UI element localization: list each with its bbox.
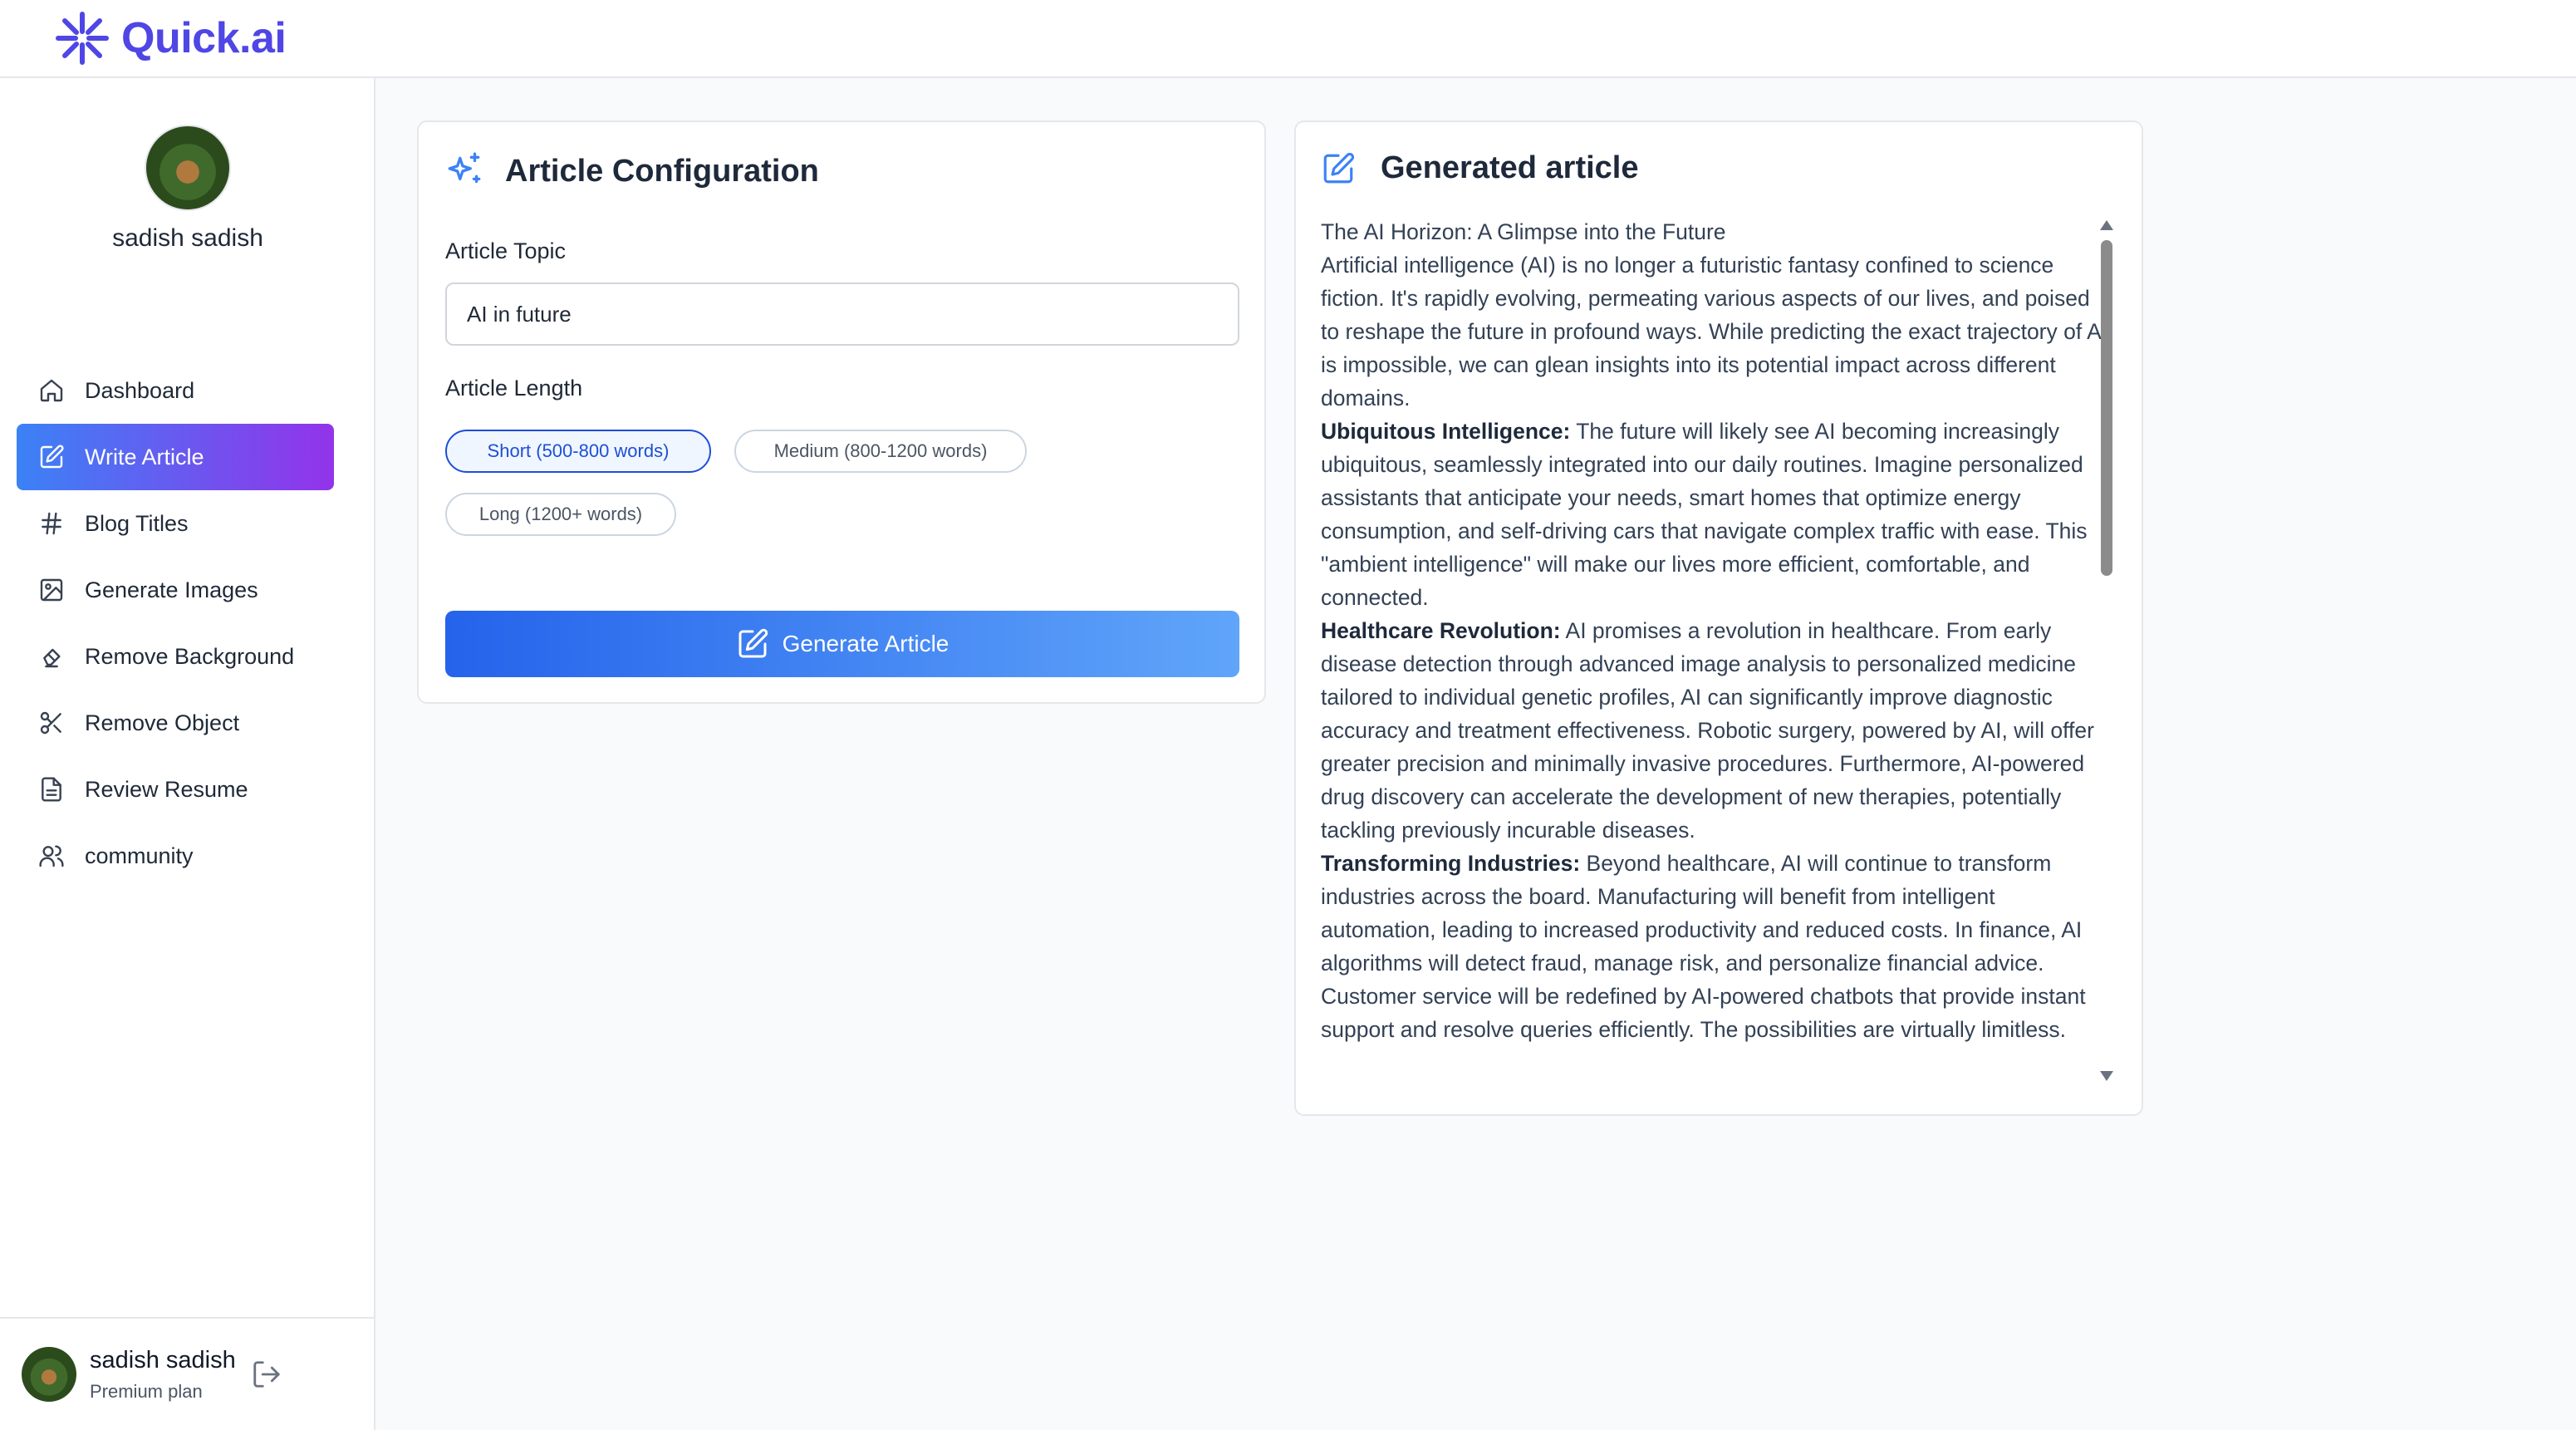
sidebar-item-remove-object[interactable]: Remove Object: [17, 690, 334, 756]
article-section: Transforming Industries: Beyond healthca…: [1321, 847, 2110, 1046]
card-header: Article Configuration: [444, 150, 819, 192]
article-section: Ubiquitous Intelligence: The future will…: [1321, 415, 2110, 614]
user-info: sadish sadish Premium plan: [90, 1347, 236, 1403]
sidebar-footer: sadish sadish Premium plan: [0, 1317, 375, 1430]
sidebar-item-remove-background[interactable]: Remove Background: [17, 623, 334, 690]
sidebar-item-review-resume[interactable]: Review Resume: [17, 756, 334, 823]
image-icon: [40, 578, 63, 602]
card-header: Generated article: [1321, 150, 1638, 186]
sidebar-item-label: Dashboard: [85, 377, 195, 403]
avatar[interactable]: [22, 1347, 76, 1402]
article-configuration-card: Article Configuration Article Topic Arti…: [417, 120, 1266, 704]
scroll-up-arrow-icon[interactable]: [2100, 220, 2113, 230]
user-name: sadish sadish: [90, 1346, 236, 1373]
hash-icon: [42, 512, 61, 535]
scrollbar-thumb[interactable]: [2101, 240, 2112, 576]
topic-input[interactable]: [445, 283, 1239, 346]
generate-article-label: Generate Article: [782, 631, 949, 656]
profile-name: sadish sadish: [112, 224, 263, 252]
edit-icon: [40, 445, 64, 469]
article-intro: Artificial intelligence (AI) is no longe…: [1321, 253, 2108, 410]
eraser-icon: [43, 648, 61, 668]
edit-icon: [1323, 152, 1355, 183]
length-option-short[interactable]: Short (500-800 words): [445, 430, 711, 473]
article-heading: The AI Horizon: A Glimpse into the Futur…: [1321, 219, 1726, 244]
sidebar-item-label: Remove Background: [85, 643, 295, 669]
article-content[interactable]: The AI Horizon: A Glimpse into the Futur…: [1321, 215, 2110, 1088]
section-text: The future will likely see AI becoming i…: [1321, 419, 2088, 610]
card-title: Generated article: [1381, 150, 1639, 185]
generated-article-card: Generated article The AI Horizon: A Glim…: [1294, 120, 2143, 1116]
length-label: Article Length: [445, 376, 583, 400]
logout-icon[interactable]: [251, 1359, 282, 1390]
top-bar: Quick.ai: [0, 0, 2576, 78]
sparkles-icon: [448, 152, 481, 184]
sidebar-item-label: Generate Images: [85, 577, 258, 602]
sidebar-item-label: Write Article: [85, 444, 204, 469]
sidebar-item-label: community: [85, 843, 194, 868]
scroll-down-arrow-icon[interactable]: [2100, 1071, 2113, 1081]
section-heading: Transforming Industries:: [1321, 851, 1581, 876]
sidebar-profile: sadish sadish: [0, 125, 375, 253]
home-icon: [40, 379, 63, 402]
sidebar-item-label: Blog Titles: [85, 510, 189, 536]
article-scrollbar[interactable]: [2100, 220, 2113, 1081]
sidebar-nav: Dashboard Write Article Blog Titles Gene…: [17, 357, 334, 889]
edit-icon: [738, 628, 768, 658]
user-plan: Premium plan: [90, 1380, 203, 1402]
length-option-medium[interactable]: Medium (800-1200 words): [734, 430, 1027, 473]
article-section: Healthcare Revolution: AI promises a rev…: [1321, 614, 2110, 847]
brand-logo[interactable]: Quick.ai: [53, 9, 287, 67]
sidebar-item-write-article[interactable]: Write Article: [17, 424, 334, 490]
sidebar-item-generate-images[interactable]: Generate Images: [17, 557, 334, 623]
length-option-long[interactable]: Long (1200+ words): [445, 493, 676, 536]
sparkle-logo-icon: [56, 12, 109, 65]
card-title: Article Configuration: [505, 153, 819, 189]
sidebar-item-dashboard[interactable]: Dashboard: [17, 357, 334, 424]
section-text: AI promises a revolution in healthcare. …: [1321, 618, 2094, 843]
brand-name: Quick.ai: [121, 14, 287, 62]
file-text-icon: [42, 777, 61, 802]
section-heading: Ubiquitous Intelligence:: [1321, 419, 1571, 444]
generate-article-button[interactable]: Generate Article: [445, 611, 1239, 677]
sidebar: sadish sadish Dashboard Write Article Bl…: [0, 78, 375, 1430]
sidebar-item-label: Review Resume: [85, 776, 248, 802]
scissors-icon: [40, 711, 61, 735]
users-icon: [39, 845, 64, 867]
topic-label: Article Topic: [445, 238, 567, 263]
avatar[interactable]: [145, 125, 231, 211]
sidebar-item-blog-titles[interactable]: Blog Titles: [17, 490, 334, 557]
sidebar-item-community[interactable]: community: [17, 823, 334, 889]
section-heading: Healthcare Revolution:: [1321, 618, 1561, 643]
sidebar-item-label: Remove Object: [85, 710, 240, 735]
section-text: Beyond healthcare, AI will continue to t…: [1321, 851, 2086, 1042]
